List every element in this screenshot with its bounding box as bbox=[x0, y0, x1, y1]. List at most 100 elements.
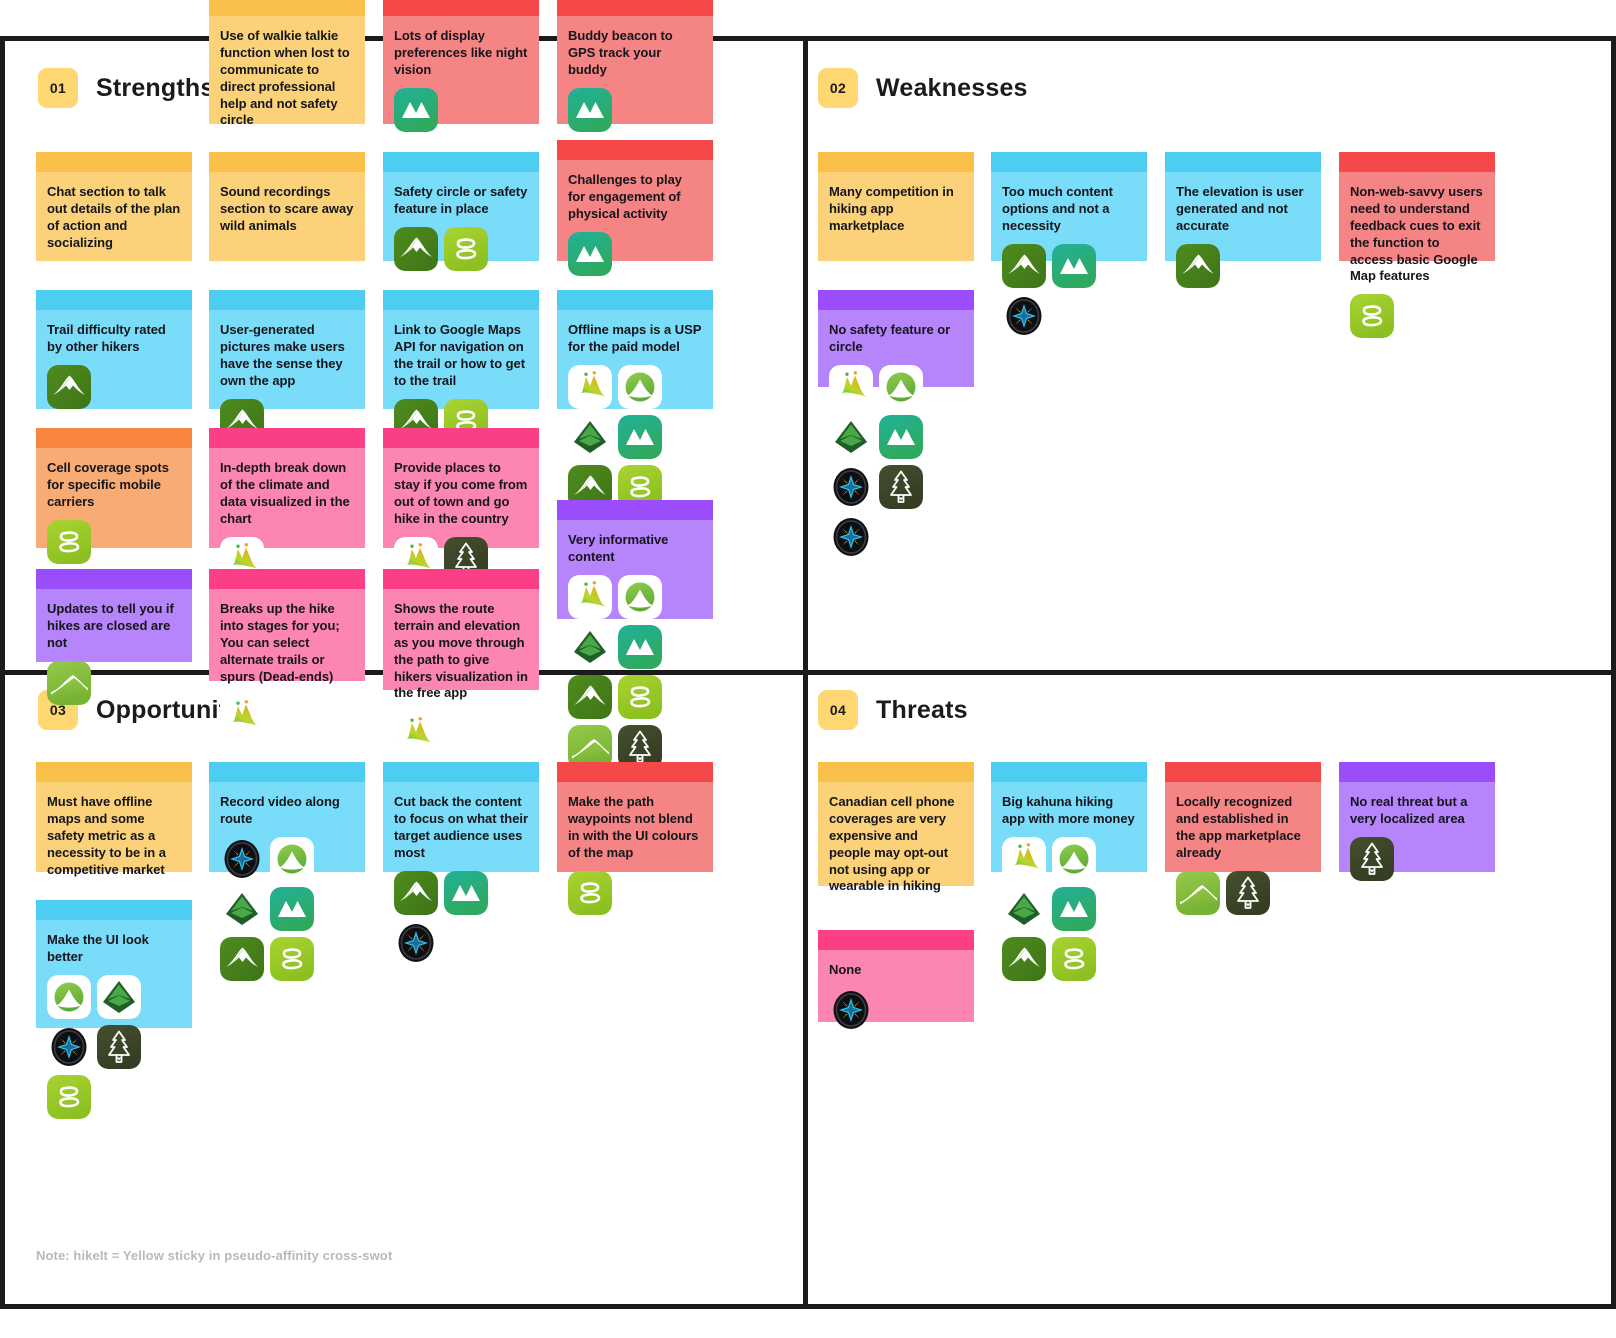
sticky-note[interactable]: In-depth break down of the climate and d… bbox=[209, 428, 365, 581]
komoot-icon bbox=[618, 414, 662, 459]
outdooractive-icon bbox=[568, 870, 612, 915]
sticky-note-body: Big kahuna hiking app with more money bbox=[991, 782, 1147, 981]
gaia-gps-icon bbox=[879, 364, 923, 409]
sticky-note-text: Cut back the content to focus on what th… bbox=[394, 794, 528, 860]
sticky-note[interactable]: Many competition in hiking app marketpla… bbox=[818, 152, 974, 261]
sticky-note[interactable]: User-generated pictures make users have … bbox=[209, 290, 365, 443]
sticky-note[interactable]: Offline maps is a USP for the paid model bbox=[557, 290, 713, 559]
sticky-note-text: Trail difficulty rated by other hikers bbox=[47, 322, 166, 354]
peakvisor-icon bbox=[568, 364, 612, 409]
sticky-note-body: Updates to tell you if hikes are closed … bbox=[36, 589, 192, 705]
app-icon-group bbox=[47, 974, 181, 1119]
sticky-note[interactable]: Make the path waypoints not blend in wit… bbox=[557, 762, 713, 915]
sticky-note[interactable]: Breaks up the hike into stages for you; … bbox=[209, 569, 365, 739]
sticky-note-text: Non-web-savvy users need to understand f… bbox=[1350, 184, 1483, 284]
sticky-note-header-band bbox=[36, 290, 192, 310]
sticky-note-text: None bbox=[829, 962, 862, 977]
sticky-note[interactable]: Cut back the content to focus on what th… bbox=[383, 762, 539, 962]
sticky-note-header-band bbox=[1339, 152, 1495, 172]
hiking-project-icon bbox=[1002, 886, 1046, 931]
alltrails-icon bbox=[220, 936, 264, 981]
komoot-icon bbox=[1052, 243, 1096, 288]
sticky-note-header-band bbox=[209, 290, 365, 310]
app-icon-group bbox=[568, 870, 702, 915]
outdooractive-icon bbox=[270, 936, 314, 981]
sticky-note-body: No safety feature or circle bbox=[818, 310, 974, 556]
sticky-note-header-band bbox=[1165, 762, 1321, 782]
sticky-note[interactable]: Very informative content bbox=[557, 500, 713, 769]
sticky-note-body: Shows the route terrain and elevation as… bbox=[383, 589, 539, 756]
sticky-note[interactable]: Locally recognized and established in th… bbox=[1165, 762, 1321, 915]
sticky-note[interactable]: Big kahuna hiking app with more money bbox=[991, 762, 1147, 981]
sticky-note-body: Lots of display preferences like night v… bbox=[383, 16, 539, 132]
sticky-note[interactable]: Safety circle or safety feature in place bbox=[383, 152, 539, 271]
sticky-note[interactable]: None bbox=[818, 930, 974, 1029]
sticky-note[interactable]: Shows the route terrain and elevation as… bbox=[383, 569, 539, 756]
sticky-note-text: Provide places to stay if you come from … bbox=[394, 460, 528, 526]
sticky-note-text: Make the path waypoints not blend in wit… bbox=[568, 794, 699, 860]
footer-note: Note: hikeIt = Yellow sticky in pseudo-a… bbox=[36, 1248, 393, 1263]
app-icon-group bbox=[47, 364, 181, 409]
sticky-note-body: Use of walkie talkie function when lost … bbox=[209, 16, 365, 127]
alltrails-icon bbox=[1176, 243, 1220, 288]
pine-tree-icon bbox=[1350, 836, 1394, 881]
sticky-note[interactable]: Too much content options and not a neces… bbox=[991, 152, 1147, 335]
sticky-note[interactable]: Link to Google Maps API for navigation o… bbox=[383, 290, 539, 443]
sticky-note[interactable]: No real threat but a very localized area bbox=[1339, 762, 1495, 881]
sticky-note[interactable]: Canadian cell phone coverages are very e… bbox=[818, 762, 974, 893]
viewranger-compass-icon bbox=[829, 988, 873, 1032]
sticky-note-header-band bbox=[209, 0, 365, 16]
sticky-note-body: No real threat but a very localized area bbox=[1339, 782, 1495, 881]
app-icon-group bbox=[1002, 836, 1136, 981]
sticky-note[interactable]: Provide places to stay if you come from … bbox=[383, 428, 539, 581]
sticky-note-header-band bbox=[383, 569, 539, 589]
sticky-note-body: Locally recognized and established in th… bbox=[1165, 782, 1321, 915]
peakvisor-icon bbox=[568, 574, 612, 619]
sticky-note-body: Trail difficulty rated by other hikers bbox=[36, 310, 192, 409]
sticky-note-text: Offline maps is a USP for the paid model bbox=[568, 322, 702, 354]
sticky-note-header-band bbox=[818, 762, 974, 782]
sticky-note[interactable]: Challenges to play for engagement of phy… bbox=[557, 140, 713, 276]
sticky-note[interactable]: Use of walkie talkie function when lost … bbox=[209, 0, 365, 127]
sticky-note-header-band bbox=[991, 762, 1147, 782]
app-icon-group bbox=[1350, 836, 1484, 881]
quadrant-title-weaknesses: Weaknesses bbox=[876, 73, 1028, 102]
sticky-note[interactable]: The elevation is user generated and not … bbox=[1165, 152, 1321, 288]
app-icon-group bbox=[47, 519, 181, 564]
sticky-note[interactable]: Lots of display preferences like night v… bbox=[383, 0, 539, 132]
sticky-note-text: User-generated pictures make users have … bbox=[220, 322, 345, 388]
sticky-note[interactable]: Cell coverage spots for specific mobile … bbox=[36, 428, 192, 564]
sticky-note[interactable]: Non-web-savvy users need to understand f… bbox=[1339, 152, 1495, 339]
sticky-note[interactable]: Must have offline maps and some safety m… bbox=[36, 762, 192, 877]
sticky-note-text: Link to Google Maps API for navigation o… bbox=[394, 322, 526, 388]
sticky-note-text: Record video along route bbox=[220, 794, 340, 826]
hiking-project-icon bbox=[829, 414, 873, 459]
komoot-icon bbox=[1052, 886, 1096, 931]
sticky-note[interactable]: Record video along route bbox=[209, 762, 365, 981]
sticky-note-body: Very informative content bbox=[557, 520, 713, 769]
app-icon-group bbox=[1176, 870, 1310, 915]
sticky-note-text: Sound recordings section to scare away w… bbox=[220, 184, 354, 233]
quadrant-heading-weaknesses: 02 Weaknesses bbox=[818, 68, 1028, 108]
app-icon-group bbox=[1002, 243, 1136, 338]
sticky-note[interactable]: Sound recordings section to scare away w… bbox=[209, 152, 365, 261]
outdooractive-icon bbox=[47, 1074, 91, 1119]
sticky-note[interactable]: Chat section to talk out details of the … bbox=[36, 152, 192, 261]
sticky-note-header-band bbox=[36, 152, 192, 172]
sticky-note[interactable]: No safety feature or circle bbox=[818, 290, 974, 556]
alltrails-icon bbox=[568, 674, 612, 719]
outdooractive-icon bbox=[47, 519, 91, 564]
alltrails-icon bbox=[394, 226, 438, 271]
sticky-note[interactable]: Make the UI look better bbox=[36, 900, 192, 1119]
sticky-note[interactable]: Updates to tell you if hikes are closed … bbox=[36, 569, 192, 705]
app-icon-group bbox=[220, 836, 354, 981]
app-icon-group bbox=[1176, 243, 1310, 288]
sticky-note[interactable]: Trail difficulty rated by other hikers bbox=[36, 290, 192, 409]
sticky-note-header-band bbox=[557, 290, 713, 310]
outdooractive-icon bbox=[1052, 936, 1096, 981]
sticky-note[interactable]: Buddy beacon to GPS track your buddy bbox=[557, 0, 713, 132]
quadrant-number-01: 01 bbox=[38, 68, 78, 108]
sticky-note-body: None bbox=[818, 950, 974, 1029]
komoot-icon bbox=[618, 624, 662, 669]
gaia-gps-icon bbox=[1052, 836, 1096, 881]
